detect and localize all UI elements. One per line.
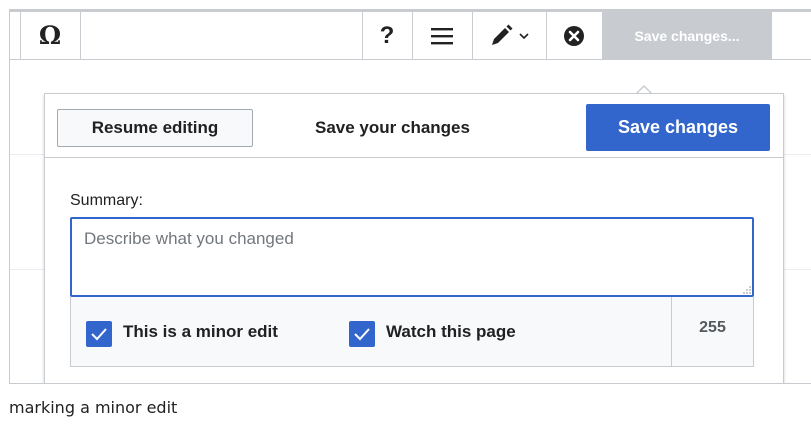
special-character-icon: Ω — [38, 21, 62, 50]
toolbar-separator — [80, 12, 81, 59]
summary-label: Summary: — [70, 192, 143, 209]
special-character-button[interactable]: Ω — [20, 12, 80, 59]
edit-pencil-icon — [491, 24, 512, 45]
image-caption: marking a minor edit — [9, 398, 178, 417]
resume-editing-label: Resume editing — [91, 118, 219, 137]
menu-icon — [431, 27, 453, 44]
save-options: This is a minor edit Watch this page 255 — [70, 297, 754, 367]
checkmark-icon — [91, 328, 107, 341]
cancel-button[interactable] — [546, 12, 602, 59]
minor-edit-checkbox[interactable] — [86, 321, 112, 347]
watch-page-label[interactable]: Watch this page — [386, 322, 516, 342]
save-changes-button[interactable]: Save changes — [586, 104, 770, 151]
help-icon: ? — [379, 21, 395, 49]
summary-input[interactable] — [70, 217, 754, 297]
dialog-title: Save your changes — [315, 118, 470, 137]
save-changes-label: Save changes — [617, 117, 739, 137]
resize-grip-icon[interactable] — [742, 285, 752, 295]
save-dialog-header: Resume editing Save your changes Save ch… — [45, 94, 783, 158]
toolbar-save-changes-label: Save changes... — [634, 27, 740, 44]
editor-frame: Ω ? Save changes... Resume editing Save … — [9, 9, 811, 384]
minor-edit-label[interactable]: This is a minor edit — [123, 322, 278, 342]
chevron-down-icon — [518, 32, 529, 39]
save-dialog-body: Summary: This is a minor edit — [45, 158, 783, 383]
watch-page-checkbox[interactable] — [349, 321, 375, 347]
cancel-icon — [564, 25, 584, 46]
checkmark-icon — [354, 328, 370, 341]
help-button[interactable]: ? — [362, 12, 412, 59]
resume-editing-button[interactable]: Resume editing — [57, 109, 253, 147]
page-options-button[interactable] — [412, 12, 472, 59]
save-dialog: Resume editing Save your changes Save ch… — [44, 93, 784, 383]
character-counter: 255 — [699, 319, 726, 336]
editor-toolbar: Ω ? Save changes... — [10, 12, 811, 60]
toolbar-save-changes-button[interactable]: Save changes... — [602, 12, 772, 59]
switch-editor-button[interactable] — [472, 12, 546, 59]
